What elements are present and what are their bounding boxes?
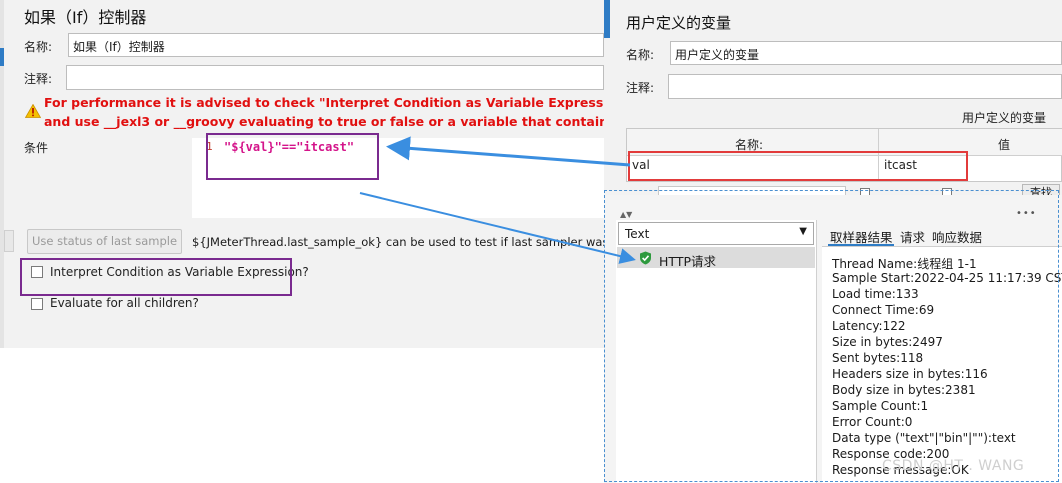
results-selection-border bbox=[604, 190, 1059, 482]
name-label: 名称: bbox=[24, 40, 53, 54]
last-sample-help-text: ${JMeterThread.last_sample_ok} can be us… bbox=[192, 235, 604, 249]
warning-icon bbox=[25, 104, 41, 118]
udv-gutter-marker bbox=[604, 0, 610, 38]
udv-col-value-header[interactable]: 值 bbox=[998, 136, 1010, 153]
warning-line-1: For performance it is advised to check "… bbox=[44, 95, 632, 110]
interpret-highlight-box bbox=[20, 258, 292, 296]
comment-label: 注释: bbox=[24, 72, 53, 86]
udv-name-field[interactable]: 用户定义的变量 bbox=[670, 41, 1062, 65]
udv-comment-field-value bbox=[669, 75, 1061, 83]
udv-row-highlight-box bbox=[628, 151, 968, 181]
name-field-value: 如果（If）控制器 bbox=[73, 40, 165, 54]
name-field[interactable]: 如果（If）控制器 bbox=[68, 33, 604, 57]
condition-label: 条件 bbox=[24, 141, 49, 155]
comment-field[interactable] bbox=[66, 65, 604, 90]
udv-comment-field[interactable] bbox=[668, 74, 1062, 99]
udv-name-field-value: 用户定义的变量 bbox=[675, 48, 760, 62]
udv-title: 用户定义的变量 bbox=[626, 14, 732, 32]
left-gutter-marker bbox=[0, 48, 4, 66]
csdn-watermark: CSDN @HT . WANG bbox=[882, 458, 1025, 474]
comment-field-value bbox=[67, 66, 603, 74]
if-controller-title: 如果（If）控制器 bbox=[24, 8, 147, 27]
evaluate-children-label: Evaluate for all children? bbox=[50, 296, 199, 310]
warning-line-2: and use __jexl3 or __groovy evaluating t… bbox=[44, 114, 604, 129]
udv-comment-label: 注释: bbox=[626, 81, 655, 95]
udv-name-label: 名称: bbox=[626, 48, 655, 62]
condition-highlight-box bbox=[206, 133, 379, 180]
scroll-handle[interactable] bbox=[4, 230, 14, 252]
use-status-button[interactable]: Use status of last sample bbox=[27, 229, 182, 254]
evaluate-children-checkbox[interactable] bbox=[31, 298, 43, 310]
udv-table-caption: 用户定义的变量 bbox=[962, 111, 1047, 125]
